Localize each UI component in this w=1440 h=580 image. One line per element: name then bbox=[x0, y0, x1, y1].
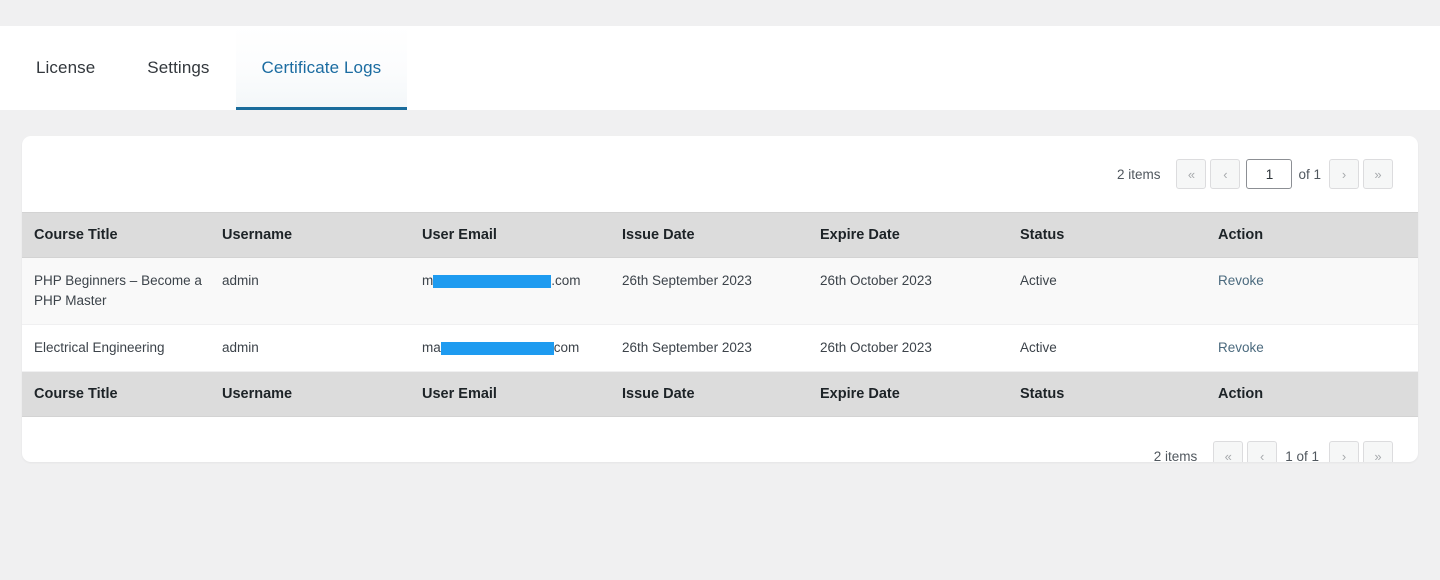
footer-header-username[interactable]: Username bbox=[222, 372, 422, 417]
table-foot: Course Title Username User Email Issue D… bbox=[22, 372, 1418, 417]
cell-username: admin bbox=[222, 325, 422, 372]
next-page-button-top[interactable]: › bbox=[1329, 159, 1359, 189]
prev-page-button-top[interactable]: ‹ bbox=[1210, 159, 1240, 189]
redacted-email: ma com bbox=[422, 338, 579, 358]
cell-action: Revoke bbox=[1218, 258, 1418, 325]
items-count-bottom: 2 items bbox=[1154, 449, 1198, 463]
cell-action: Revoke bbox=[1218, 325, 1418, 372]
column-header-user-email[interactable]: User Email bbox=[422, 213, 622, 258]
cell-username: admin bbox=[222, 258, 422, 325]
column-header-username[interactable]: Username bbox=[222, 213, 422, 258]
app-page: License Settings Certificate Logs 2 item… bbox=[0, 0, 1440, 580]
footer-header-expire-date[interactable]: Expire Date bbox=[820, 372, 1020, 417]
cell-course-title: Electrical Engineering bbox=[22, 325, 222, 372]
cell-issue-date: 26th September 2023 bbox=[622, 258, 820, 325]
table-row: PHP Beginners – Become a PHP Master admi… bbox=[22, 258, 1418, 325]
footer-header-course-title[interactable]: Course Title bbox=[22, 372, 222, 417]
first-page-button-top[interactable]: « bbox=[1176, 159, 1206, 189]
cell-status: Active bbox=[1020, 325, 1218, 372]
cell-user-email: m .com bbox=[422, 258, 622, 325]
column-header-status[interactable]: Status bbox=[1020, 213, 1218, 258]
email-prefix: ma bbox=[422, 338, 441, 358]
total-pages-label-top: of 1 bbox=[1298, 167, 1321, 182]
settings-tab-bar: License Settings Certificate Logs bbox=[0, 26, 1440, 110]
footer-header-status[interactable]: Status bbox=[1020, 372, 1218, 417]
last-page-button-bottom[interactable]: » bbox=[1363, 441, 1393, 462]
pagination-bottom: 2 items « ‹ 1 of 1 › » bbox=[22, 417, 1418, 462]
footer-header-action[interactable]: Action bbox=[1218, 372, 1418, 417]
cell-user-email: ma com bbox=[422, 325, 622, 372]
footer-header-issue-date[interactable]: Issue Date bbox=[622, 372, 820, 417]
table-header-row: Course Title Username User Email Issue D… bbox=[22, 213, 1418, 258]
table-footer-row: Course Title Username User Email Issue D… bbox=[22, 372, 1418, 417]
column-header-issue-date[interactable]: Issue Date bbox=[622, 213, 820, 258]
pagination-top: 2 items « ‹ of 1 › » bbox=[22, 136, 1418, 212]
certificate-logs-card: 2 items « ‹ of 1 › » Course Title Userna… bbox=[22, 136, 1418, 462]
tab-certificate-logs[interactable]: Certificate Logs bbox=[236, 26, 408, 110]
cell-expire-date: 26th October 2023 bbox=[820, 258, 1020, 325]
table-head: Course Title Username User Email Issue D… bbox=[22, 213, 1418, 258]
top-gray-strip bbox=[0, 0, 1440, 26]
last-page-button-top[interactable]: » bbox=[1363, 159, 1393, 189]
first-page-button-bottom[interactable]: « bbox=[1213, 441, 1243, 462]
cell-status: Active bbox=[1020, 258, 1218, 325]
cell-issue-date: 26th September 2023 bbox=[622, 325, 820, 372]
column-header-action[interactable]: Action bbox=[1218, 213, 1418, 258]
cell-course-title: PHP Beginners – Become a PHP Master bbox=[22, 258, 222, 325]
column-header-expire-date[interactable]: Expire Date bbox=[820, 213, 1020, 258]
column-header-course-title[interactable]: Course Title bbox=[22, 213, 222, 258]
redacted-email: m .com bbox=[422, 271, 581, 291]
footer-header-user-email[interactable]: User Email bbox=[422, 372, 622, 417]
certificate-logs-table: Course Title Username User Email Issue D… bbox=[22, 212, 1418, 417]
prev-page-button-bottom[interactable]: ‹ bbox=[1247, 441, 1277, 462]
revoke-link[interactable]: Revoke bbox=[1218, 340, 1264, 355]
items-count-top: 2 items bbox=[1117, 167, 1161, 182]
tab-settings[interactable]: Settings bbox=[121, 26, 235, 110]
email-suffix: .com bbox=[551, 271, 580, 291]
page-indicator-bottom: 1 of 1 bbox=[1285, 449, 1319, 463]
redaction-bar bbox=[441, 342, 554, 355]
current-page-input-top[interactable] bbox=[1246, 159, 1292, 189]
table-body: PHP Beginners – Become a PHP Master admi… bbox=[22, 258, 1418, 372]
tab-license[interactable]: License bbox=[10, 26, 121, 110]
revoke-link[interactable]: Revoke bbox=[1218, 273, 1264, 288]
table-row: Electrical Engineering admin ma com 26th… bbox=[22, 325, 1418, 372]
cell-expire-date: 26th October 2023 bbox=[820, 325, 1020, 372]
email-suffix: com bbox=[554, 338, 580, 358]
redaction-bar bbox=[433, 275, 551, 288]
email-prefix: m bbox=[422, 271, 433, 291]
next-page-button-bottom[interactable]: › bbox=[1329, 441, 1359, 462]
